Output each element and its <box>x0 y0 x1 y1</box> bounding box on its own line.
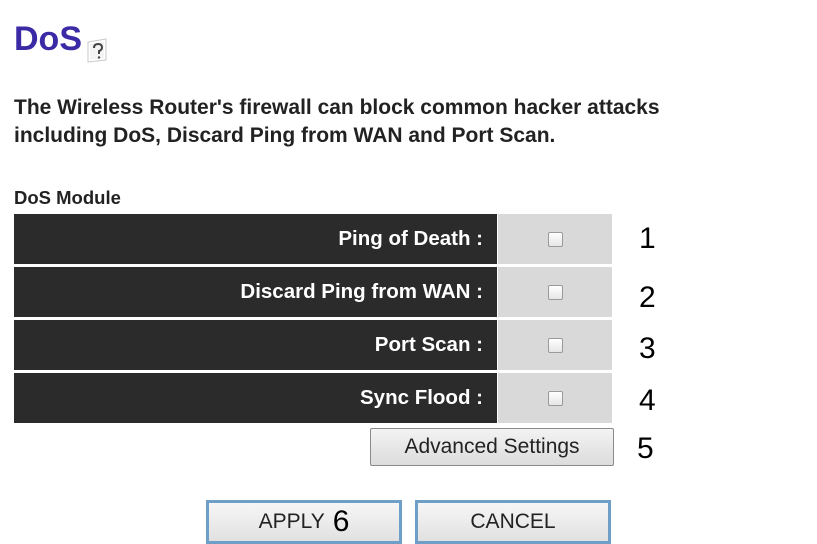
checkbox-cell <box>498 373 612 423</box>
row-label-port-scan: Port Scan : <box>14 320 497 370</box>
apply-button[interactable]: APPLY 6 <box>206 500 402 544</box>
description-line: including DoS, Discard Ping from WAN and… <box>14 124 556 147</box>
module-heading: DoS Module <box>14 187 121 208</box>
annotation-number: 3 <box>639 332 656 365</box>
dos-options-table: Ping of Death : Discard Ping from WAN : … <box>14 214 614 426</box>
discard-ping-from-wan-checkbox[interactable] <box>547 284 563 300</box>
port-scan-checkbox[interactable] <box>547 337 563 353</box>
table-row: Ping of Death : <box>14 214 614 264</box>
checkbox-cell <box>498 267 612 317</box>
annotation-number: 5 <box>637 432 654 465</box>
cancel-button[interactable]: CANCEL <box>415 500 611 544</box>
checkbox-cell <box>498 320 612 370</box>
apply-button-label: APPLY <box>258 510 325 533</box>
row-label-ping-of-death: Ping of Death : <box>14 214 497 264</box>
table-row: Discard Ping from WAN : <box>14 267 614 317</box>
help-question-icon[interactable] <box>84 36 110 64</box>
row-label-discard-ping-from-wan: Discard Ping from WAN : <box>14 267 497 317</box>
page-title: DoS <box>14 20 82 58</box>
ping-of-death-checkbox[interactable] <box>547 231 563 247</box>
page-header: DoS <box>14 6 110 63</box>
sync-flood-checkbox[interactable] <box>547 390 563 406</box>
row-label-sync-flood: Sync Flood : <box>14 373 497 423</box>
page-description: The Wireless Router's firewall can block… <box>14 94 814 150</box>
annotation-number: 4 <box>639 384 656 417</box>
annotation-number: 2 <box>639 281 656 314</box>
description-line: The Wireless Router's firewall can block… <box>14 96 660 119</box>
annotation-number: 6 <box>332 505 350 538</box>
advanced-settings-button[interactable]: Advanced Settings <box>370 428 614 466</box>
annotation-number: 1 <box>639 222 656 255</box>
table-row: Port Scan : <box>14 320 614 370</box>
table-row: Sync Flood : <box>14 373 614 423</box>
checkbox-cell <box>498 214 612 264</box>
